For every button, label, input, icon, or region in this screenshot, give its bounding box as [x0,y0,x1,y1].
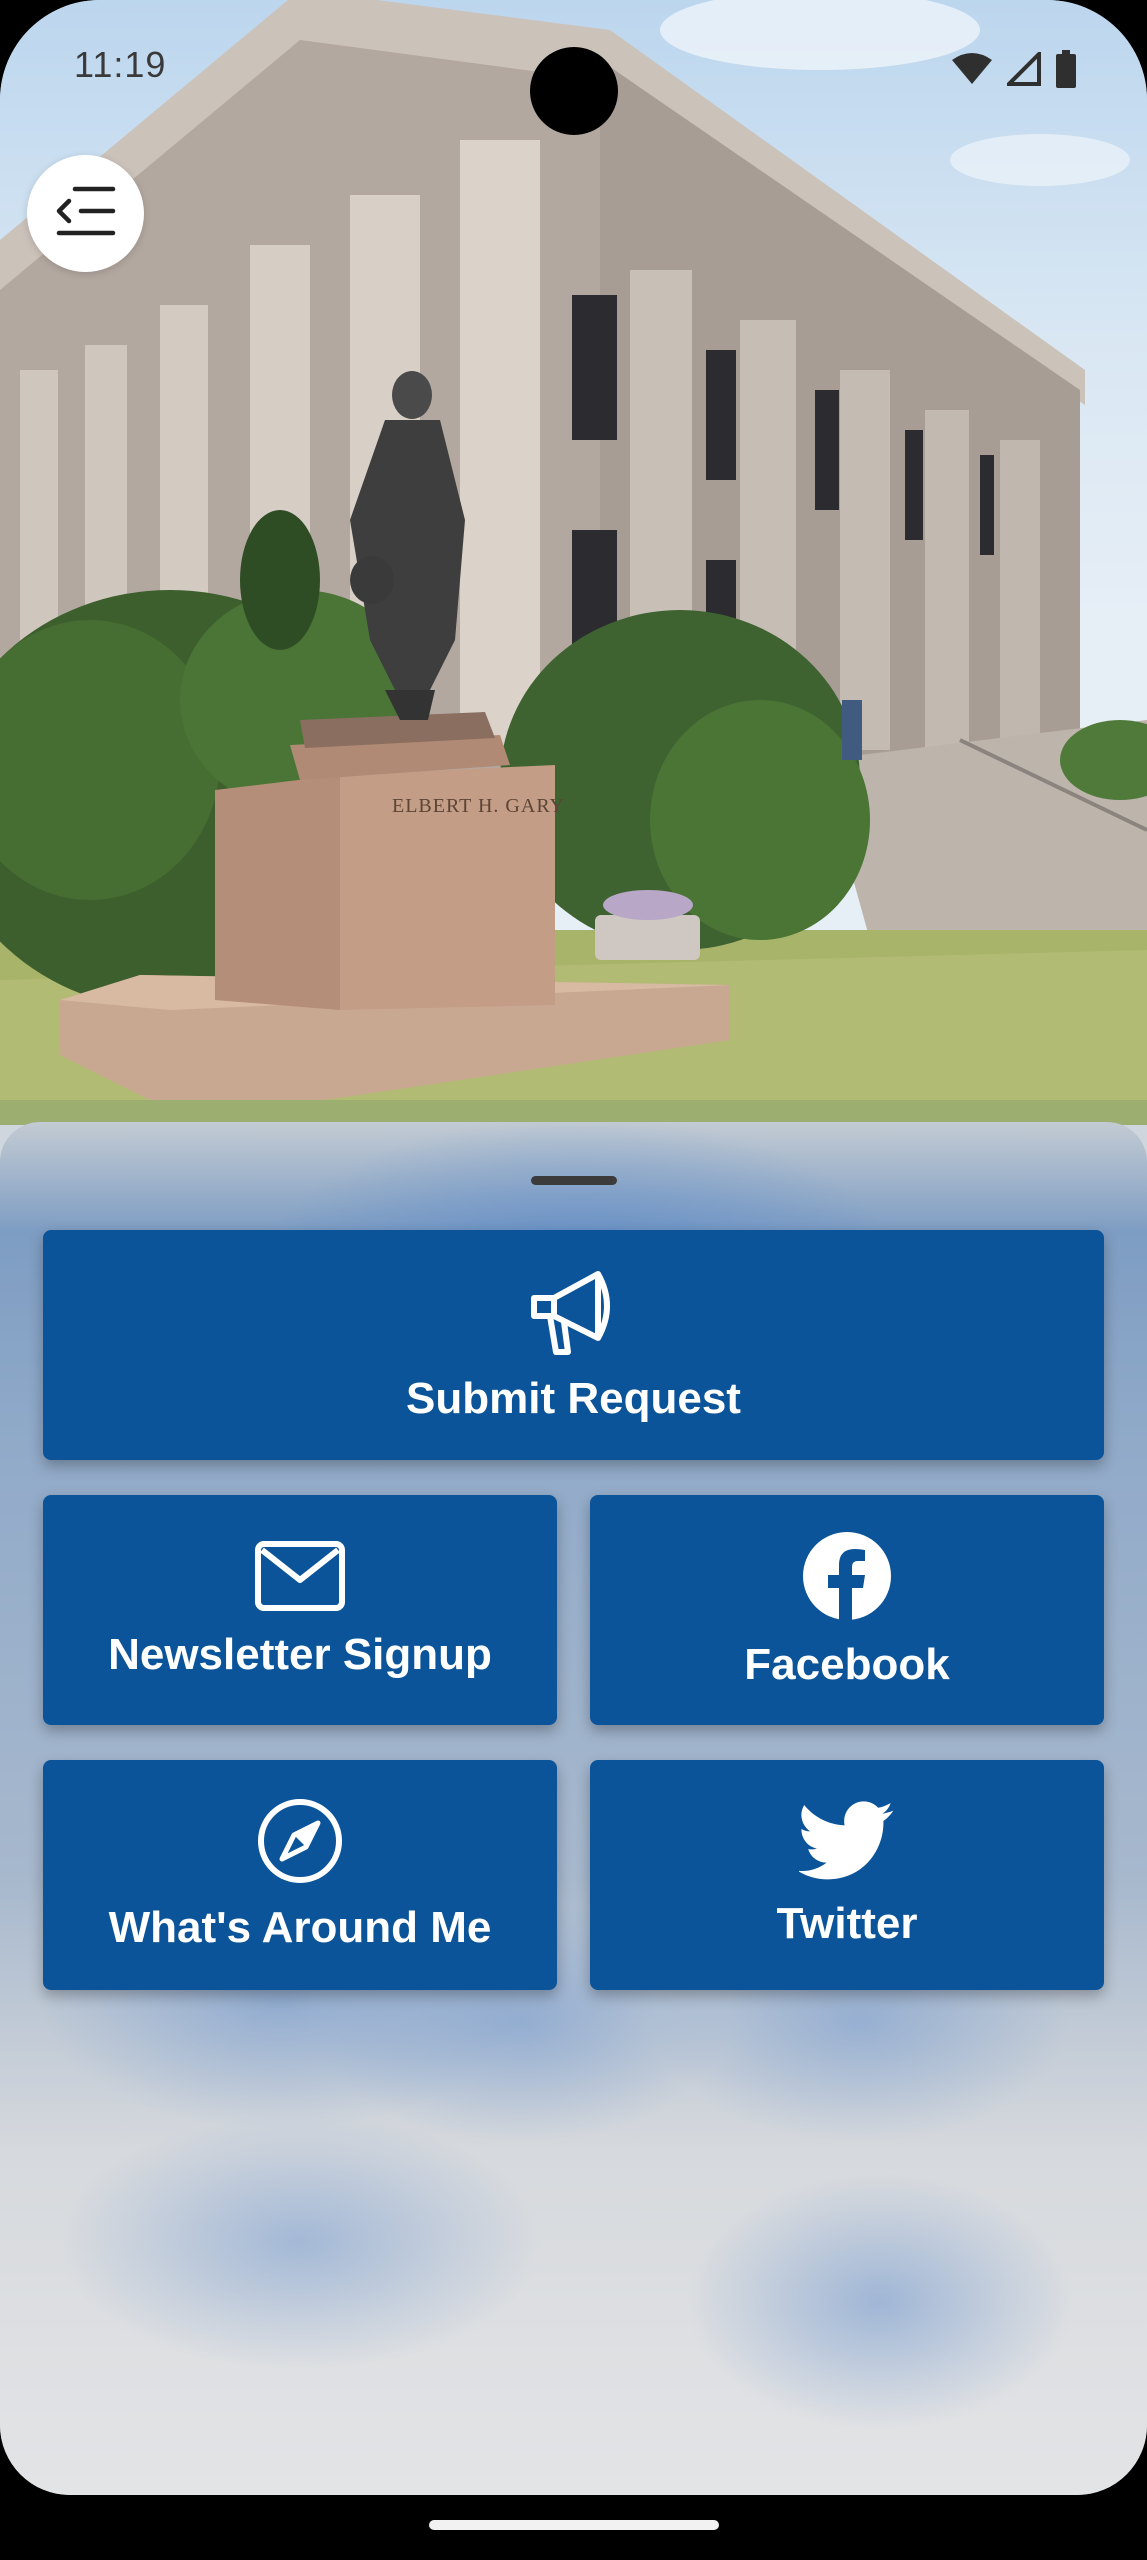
camera-cutout [530,47,618,135]
cell-signal-icon [1004,49,1041,91]
hero-photo: ELBERT H. GARY [0,0,1147,1125]
pedestal-inscription: ELBERT H. GARY [392,795,565,817]
app-screen: ELBERT H. GARY 11:19 Submit Request News… [0,0,1147,2560]
twitter-icon [799,1801,895,1881]
facebook-icon [801,1530,893,1622]
whats-around-me-button[interactable]: What's Around Me [43,1760,557,1990]
sheet-drag-handle[interactable] [531,1176,617,1185]
bottom-sheet: Submit Request Newsletter Signup Faceboo… [0,1122,1147,2495]
facebook-label: Facebook [744,1640,950,1689]
battery-icon [1055,50,1077,93]
megaphone-icon [528,1266,620,1356]
newsletter-signup-label: Newsletter Signup [108,1630,492,1679]
whats-around-me-label: What's Around Me [108,1903,492,1952]
wifi-icon [951,52,993,91]
compass-icon [256,1797,344,1885]
twitter-label: Twitter [776,1899,918,1948]
facebook-button[interactable]: Facebook [590,1495,1104,1725]
menu-icon [55,185,117,242]
gesture-nav-bar[interactable] [429,2520,719,2530]
status-time: 11:19 [74,44,167,85]
envelope-icon [254,1540,346,1612]
submit-request-button[interactable]: Submit Request [43,1230,1104,1460]
submit-request-label: Submit Request [406,1374,741,1423]
device-frame: ELBERT H. GARY 11:19 Submit Request News… [0,0,1147,2495]
status-icons [951,49,1077,93]
menu-button[interactable] [27,155,144,272]
twitter-button[interactable]: Twitter [590,1760,1104,1990]
hero-photo-illustration [0,0,1147,1125]
newsletter-signup-button[interactable]: Newsletter Signup [43,1495,557,1725]
